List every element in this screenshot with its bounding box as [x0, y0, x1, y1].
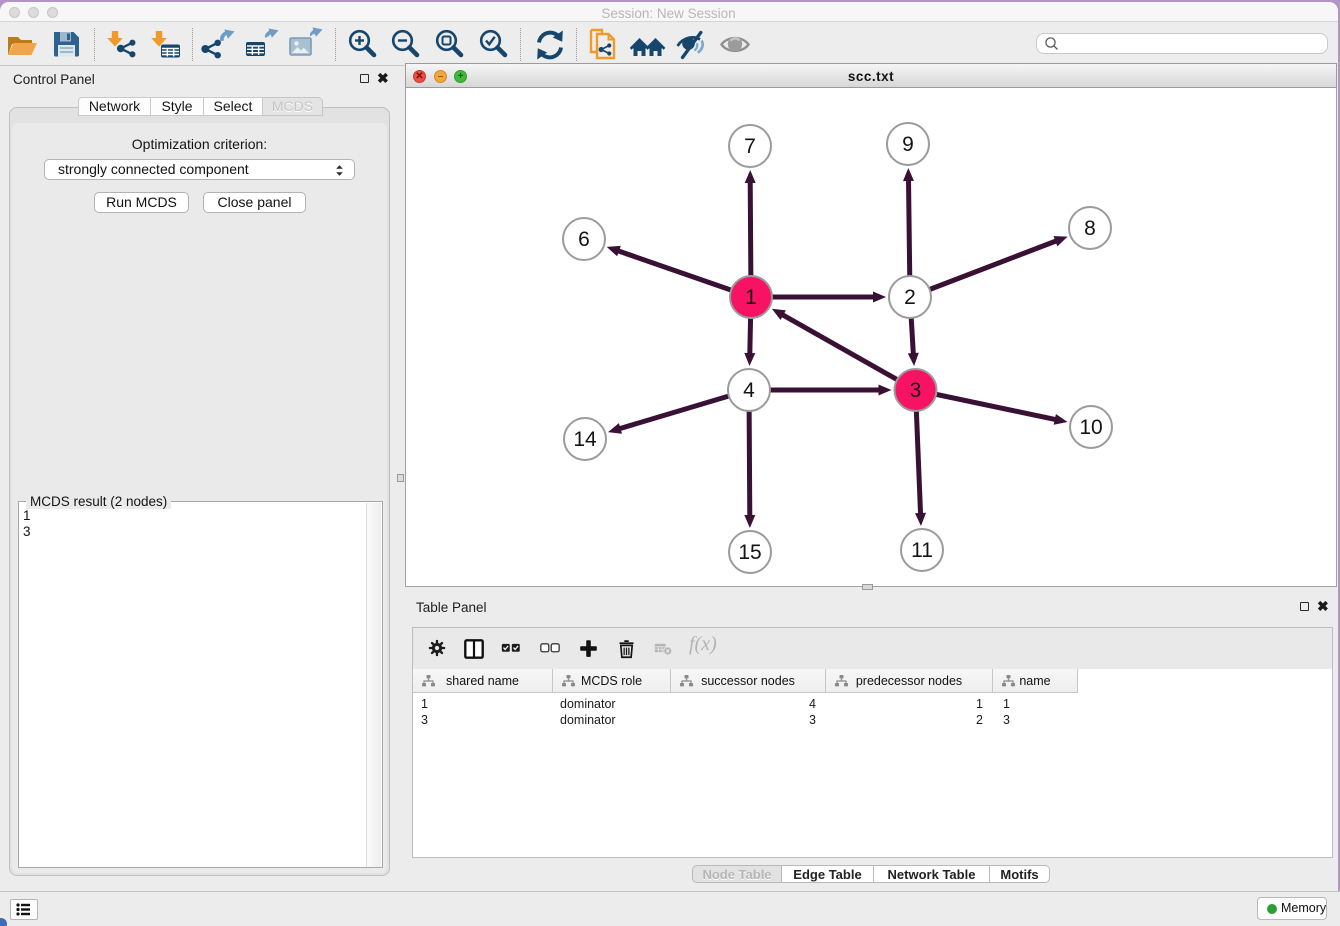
svg-text:8: 8 — [1084, 217, 1096, 240]
svg-text:3: 3 — [910, 379, 922, 402]
svg-text:15: 15 — [738, 541, 761, 564]
svg-text:14: 14 — [573, 428, 597, 451]
svg-text:4: 4 — [743, 379, 755, 402]
svg-text:10: 10 — [1079, 416, 1102, 439]
svg-text:1: 1 — [745, 286, 757, 309]
svg-text:6: 6 — [578, 228, 590, 251]
svg-text:7: 7 — [744, 135, 756, 158]
svg-text:9: 9 — [902, 133, 914, 156]
svg-text:11: 11 — [911, 539, 933, 562]
svg-text:2: 2 — [904, 286, 916, 309]
